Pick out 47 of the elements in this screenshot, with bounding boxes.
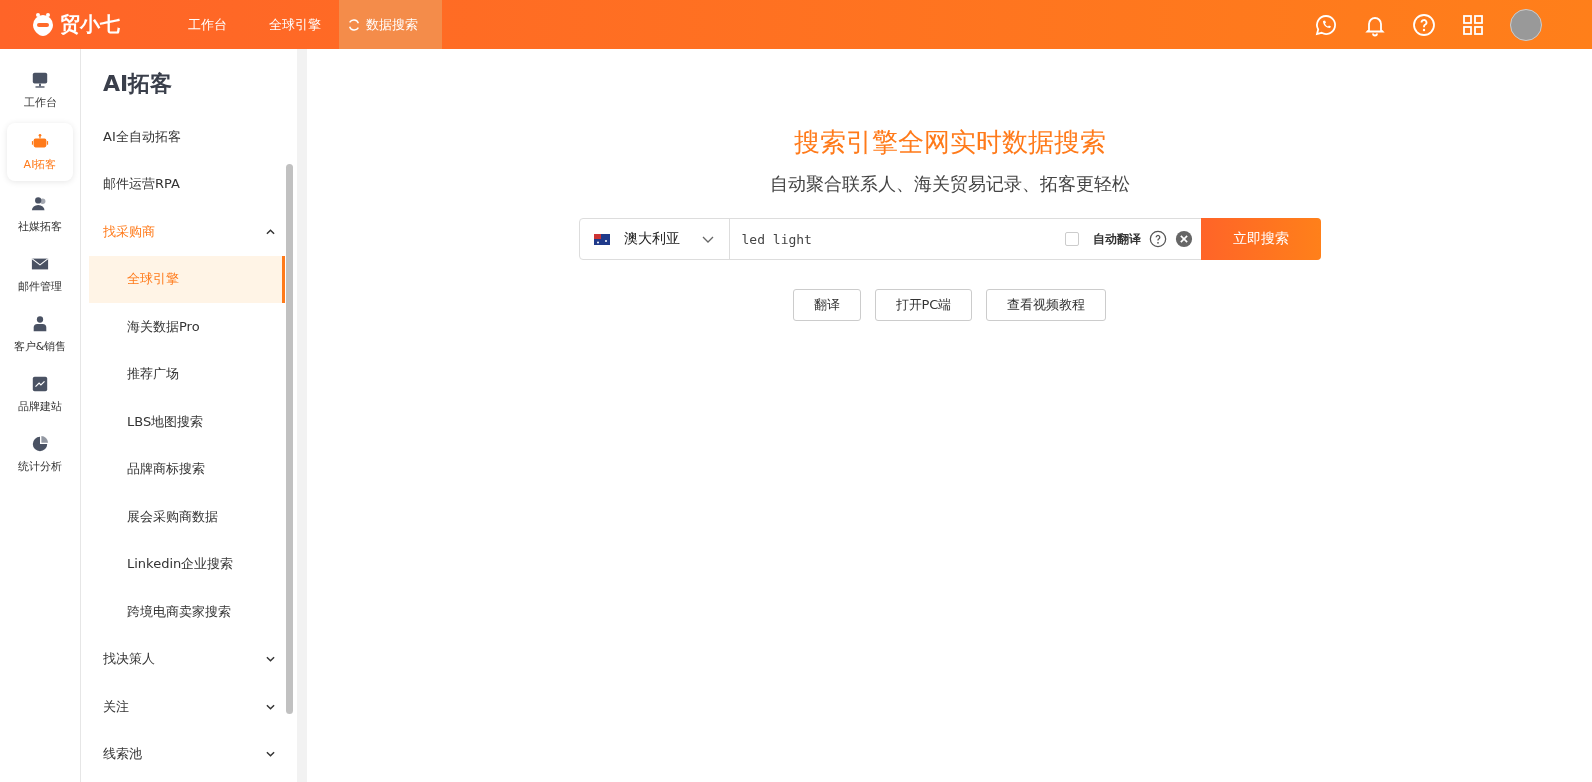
rail-item[interactable]: 邮件管理	[7, 247, 73, 301]
rail-item[interactable]: 客户&销售	[7, 307, 73, 361]
menu-item[interactable]: 邮件运营RPA	[81, 160, 297, 208]
refresh-icon	[347, 17, 361, 32]
menu-group[interactable]: 关注	[81, 683, 297, 731]
chevron-up-icon	[266, 228, 275, 235]
menu-item[interactable]: 跨境电商卖家搜索	[89, 588, 285, 636]
menu-item[interactable]: Linkedin企业搜索	[89, 540, 285, 588]
page-title: 搜索引擎全网实时数据搜索	[793, 126, 1106, 159]
flag-icon	[593, 233, 610, 245]
chevron-down-icon	[266, 703, 275, 710]
action-button[interactable]: 打开PC端	[874, 289, 973, 321]
section-title: AI拓客	[103, 70, 174, 98]
pie-chart-icon	[31, 434, 49, 453]
page-subtitle: 自动聚合联系人、海关贸易记录、拓客更轻松	[769, 172, 1130, 196]
rail-item[interactable]: 品牌建站	[7, 367, 73, 421]
user-avatar[interactable]	[1510, 8, 1542, 41]
chevron-down-icon	[701, 235, 714, 243]
action-button[interactable]: 翻译	[792, 289, 861, 321]
rail-item[interactable]: 统计分析	[7, 427, 73, 481]
chart-icon	[31, 374, 49, 393]
menu-item[interactable]: LBS地图搜索	[89, 398, 285, 446]
scrollbar[interactable]	[286, 164, 293, 714]
menu-item[interactable]: AI全自动拓客	[81, 113, 297, 161]
person-icon	[31, 314, 49, 333]
menu-item[interactable]: 推荐广场	[89, 350, 285, 398]
clear-icon[interactable]	[1174, 230, 1193, 248]
checkbox-label: 自动翻译	[1092, 230, 1141, 248]
monitor-icon	[31, 70, 49, 89]
menu-item[interactable]: 品牌商标搜索	[89, 445, 285, 493]
menu-item[interactable]: 海关数据Pro	[89, 303, 285, 351]
chevron-down-icon	[266, 751, 275, 758]
brand-name: 贸小七	[60, 11, 120, 38]
help-icon[interactable]	[1148, 230, 1167, 248]
chevron-down-icon	[266, 656, 275, 663]
menu-group[interactable]: 线索池	[81, 730, 297, 778]
whatsapp-icon[interactable]	[1314, 12, 1338, 37]
rail-item[interactable]: 工作台	[7, 63, 73, 117]
action-button[interactable]: 查看视频教程	[986, 289, 1107, 321]
grid-icon[interactable]	[1461, 12, 1485, 37]
rail-item[interactable]: 社媒拓客	[7, 187, 73, 241]
menu-item[interactable]: 展会采购商数据	[89, 493, 285, 541]
robot-logo-icon	[30, 11, 56, 38]
search-bar[interactable]: 澳大利亚 led light 自动翻译 立即搜索	[578, 218, 1321, 260]
country-select[interactable]: 澳大利亚	[579, 219, 730, 259]
checkbox[interactable]	[1064, 232, 1079, 246]
menu-group[interactable]: 找决策人	[81, 635, 297, 683]
